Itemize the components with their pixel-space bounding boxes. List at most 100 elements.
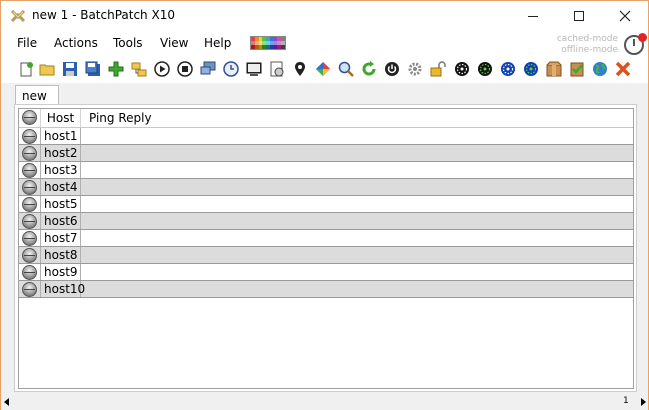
column-header-host[interactable]: Host — [41, 109, 81, 127]
console-icon[interactable] — [245, 60, 263, 78]
host-cell[interactable]: host5 — [41, 196, 81, 212]
power-icon[interactable] — [383, 60, 401, 78]
status-ball-icon — [22, 282, 37, 297]
ping-reply-cell[interactable] — [81, 247, 633, 263]
ping-reply-cell[interactable] — [81, 281, 633, 297]
scheduler-clock-icon[interactable] — [624, 33, 647, 55]
host-cell[interactable]: host4 — [41, 179, 81, 195]
group-icon[interactable] — [130, 60, 148, 78]
checklist-icon[interactable] — [568, 60, 586, 78]
menu-help[interactable]: Help — [204, 36, 231, 50]
host-cell[interactable]: host10 — [41, 281, 85, 297]
title-bar[interactable]: new 1 - BatchPatch X10 — [1, 1, 648, 31]
menu-view[interactable]: View — [160, 36, 188, 50]
host-cell[interactable]: host6 — [41, 213, 81, 229]
status-ball-icon — [22, 214, 37, 229]
save-all-icon[interactable] — [84, 60, 102, 78]
table-row[interactable]: host7 — [19, 230, 633, 247]
ping-reply-cell[interactable] — [81, 196, 633, 212]
table-row[interactable]: host8 — [19, 247, 633, 264]
table-row[interactable]: host1 — [19, 128, 633, 145]
save-icon[interactable] — [61, 60, 79, 78]
color-palette-icon[interactable] — [250, 36, 286, 50]
wheel-blue-green-icon[interactable] — [522, 60, 540, 78]
menu-file[interactable]: File — [17, 36, 37, 50]
column-header-ping-reply[interactable]: Ping Reply — [81, 109, 633, 127]
row-status-cell[interactable] — [19, 247, 41, 263]
table-row[interactable]: host10 — [19, 281, 633, 298]
diamond-icon[interactable] — [314, 60, 332, 78]
play-icon[interactable] — [153, 60, 171, 78]
host-cell[interactable]: host7 — [41, 230, 81, 246]
unlock-icon[interactable] — [429, 60, 447, 78]
cancel-icon[interactable] — [614, 60, 632, 78]
row-status-cell[interactable] — [19, 264, 41, 280]
new-document-icon[interactable] — [17, 60, 35, 78]
window-title: new 1 - BatchPatch X10 — [32, 8, 175, 22]
grid-header: Host Ping Reply — [19, 109, 633, 128]
close-button[interactable] — [602, 1, 648, 31]
ping-reply-cell[interactable] — [81, 128, 633, 144]
cached-mode-label: cached-mode — [556, 34, 618, 44]
stop-icon[interactable] — [176, 60, 194, 78]
ping-reply-cell[interactable] — [81, 162, 633, 178]
host-cell[interactable]: host3 — [41, 162, 81, 178]
location-pin-icon[interactable] — [291, 60, 309, 78]
ping-reply-cell[interactable] — [81, 264, 633, 280]
status-ball-icon — [22, 248, 37, 263]
row-status-cell[interactable] — [19, 196, 41, 212]
scroll-right-icon[interactable] — [641, 398, 646, 406]
ping-reply-cell[interactable] — [81, 145, 633, 161]
table-row[interactable]: host3 — [19, 162, 633, 179]
ping-reply-cell[interactable] — [81, 179, 633, 195]
hosts-grid[interactable]: Host Ping Reply host1 host2 host3 host4 host… — [18, 108, 634, 389]
clock-icon[interactable] — [222, 60, 240, 78]
tab-strip: new 1 — [1, 83, 648, 117]
wheel-green-icon[interactable] — [476, 60, 494, 78]
row-status-cell[interactable] — [19, 281, 41, 297]
package-icon[interactable] — [545, 60, 563, 78]
row-status-cell[interactable] — [19, 230, 41, 246]
host-cell[interactable]: host9 — [41, 264, 81, 280]
status-ball-icon — [22, 197, 37, 212]
globe-icon[interactable] — [591, 60, 609, 78]
host-cell[interactable]: host8 — [41, 247, 81, 263]
row-status-cell[interactable] — [19, 213, 41, 229]
status-ball-icon — [22, 110, 37, 125]
table-row[interactable]: host4 — [19, 179, 633, 196]
tab-new-1[interactable]: new 1 — [15, 85, 59, 117]
ping-reply-cell[interactable] — [81, 230, 633, 246]
row-status-cell[interactable] — [19, 128, 41, 144]
ping-reply-cell[interactable] — [81, 213, 633, 229]
open-folder-icon[interactable] — [38, 60, 56, 78]
search-icon[interactable] — [337, 60, 355, 78]
table-row[interactable]: host6 — [19, 213, 633, 230]
remote-desktop-icon[interactable] — [199, 60, 217, 78]
host-cell[interactable]: host1 — [41, 128, 81, 144]
column-header-status[interactable] — [19, 109, 41, 127]
wheel-icon[interactable] — [453, 60, 471, 78]
table-row[interactable]: host5 — [19, 196, 633, 213]
settings-icon[interactable] — [406, 60, 424, 78]
table-row[interactable]: host2 — [19, 145, 633, 162]
table-row[interactable]: host9 — [19, 264, 633, 281]
offline-mode-label: offline-mode — [561, 45, 618, 55]
row-status-cell[interactable] — [19, 179, 41, 195]
notification-badge — [638, 33, 647, 42]
row-status-cell[interactable] — [19, 162, 41, 178]
maximize-icon — [574, 11, 584, 21]
menu-actions[interactable]: Actions — [54, 36, 98, 50]
deploy-icon[interactable] — [268, 60, 286, 78]
close-icon — [619, 10, 631, 22]
row-status-cell[interactable] — [19, 145, 41, 161]
status-ball-icon — [22, 146, 37, 161]
refresh-icon[interactable] — [360, 60, 378, 78]
host-cell[interactable]: host2 — [41, 145, 81, 161]
minimize-button[interactable] — [510, 1, 556, 31]
wheel-blue-icon[interactable] — [499, 60, 517, 78]
maximize-button[interactable] — [556, 1, 602, 31]
add-host-icon[interactable] — [107, 60, 125, 78]
menu-tools[interactable]: Tools — [113, 36, 143, 50]
status-count: 1 — [623, 396, 629, 406]
scroll-left-icon[interactable] — [4, 398, 9, 406]
